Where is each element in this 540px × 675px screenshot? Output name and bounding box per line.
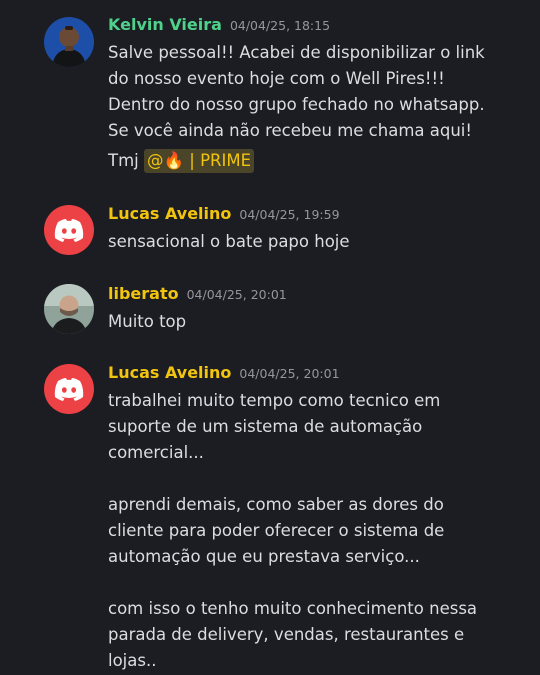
author-name[interactable]: liberato bbox=[108, 284, 179, 303]
message-text: Muito top bbox=[108, 312, 187, 331]
author-name[interactable]: Kelvin Vieira bbox=[108, 15, 222, 34]
message-text: Salve pessoal!! Acabei de disponibilizar… bbox=[108, 40, 518, 144]
message-header: Lucas Avelino 04/04/25, 20:01 bbox=[108, 363, 340, 382]
author-name[interactable]: Lucas Avelino bbox=[108, 204, 231, 223]
message-line: automação que eu prestava serviço... bbox=[108, 547, 420, 566]
message-line: trabalhei muito tempo como tecnico em bbox=[108, 391, 441, 410]
message-header: Lucas Avelino 04/04/25, 19:59 bbox=[108, 204, 340, 223]
message-header: liberato 04/04/25, 20:01 bbox=[108, 284, 287, 303]
message-paragraph: trabalhei muito tempo como tecnico em su… bbox=[108, 388, 518, 466]
message-timestamp: 04/04/25, 19:59 bbox=[239, 207, 340, 222]
message-line: Tmj bbox=[108, 151, 144, 170]
message-content: trabalhei muito tempo como tecnico em su… bbox=[108, 388, 518, 674]
message-line: Dentro do nosso grupo fechado no whatsap… bbox=[108, 95, 485, 114]
message-content: Muito top bbox=[108, 309, 518, 335]
message-line: Se você ainda não recebeu me chama aqui! bbox=[108, 121, 472, 140]
user-avatar[interactable] bbox=[44, 17, 94, 67]
discord-default-avatar-icon bbox=[44, 205, 94, 255]
message-paragraph: aprendi demais, como saber as dores do c… bbox=[108, 492, 518, 570]
message-line: cliente para poder oferecer o sistema de bbox=[108, 521, 445, 540]
message-line: comercial... bbox=[108, 443, 204, 462]
message-text: sensacional o bate papo hoje bbox=[108, 232, 350, 251]
role-mention[interactable]: @🔥 | PRIME bbox=[143, 149, 255, 173]
user-avatar[interactable] bbox=[44, 284, 94, 334]
user-photo-avatar-icon bbox=[44, 17, 94, 67]
message-timestamp: 04/04/25, 20:01 bbox=[239, 366, 340, 381]
message-line: parada de delivery, vendas, restaurantes… bbox=[108, 625, 465, 644]
message-content: Salve pessoal!! Acabei de disponibilizar… bbox=[108, 40, 518, 174]
user-photo-avatar-icon bbox=[44, 284, 94, 334]
message-header: Kelvin Vieira 04/04/25, 18:15 bbox=[108, 15, 330, 34]
message-text: Tmj @🔥 | PRIME bbox=[108, 148, 518, 174]
discord-default-avatar-icon bbox=[44, 364, 94, 414]
message-content: sensacional o bate papo hoje bbox=[108, 229, 518, 255]
message-timestamp: 04/04/25, 18:15 bbox=[229, 18, 331, 33]
message-line: lojas.. bbox=[108, 651, 157, 670]
author-name[interactable]: Lucas Avelino bbox=[108, 363, 231, 382]
message-line: suporte de um sistema de automação bbox=[108, 417, 423, 436]
user-avatar[interactable] bbox=[44, 364, 94, 414]
user-avatar[interactable] bbox=[44, 205, 94, 255]
message-timestamp: 04/04/25, 20:01 bbox=[186, 287, 287, 302]
message-line: Salve pessoal!! Acabei de disponibilizar… bbox=[108, 43, 485, 62]
message-line: do nosso evento hoje com o Well Pires!!! bbox=[108, 69, 445, 88]
message-line: aprendi demais, como saber as dores do bbox=[108, 495, 444, 514]
message-paragraph: com isso o tenho muito conhecimento ness… bbox=[108, 596, 518, 674]
message-line: com isso o tenho muito conhecimento ness… bbox=[108, 599, 478, 618]
